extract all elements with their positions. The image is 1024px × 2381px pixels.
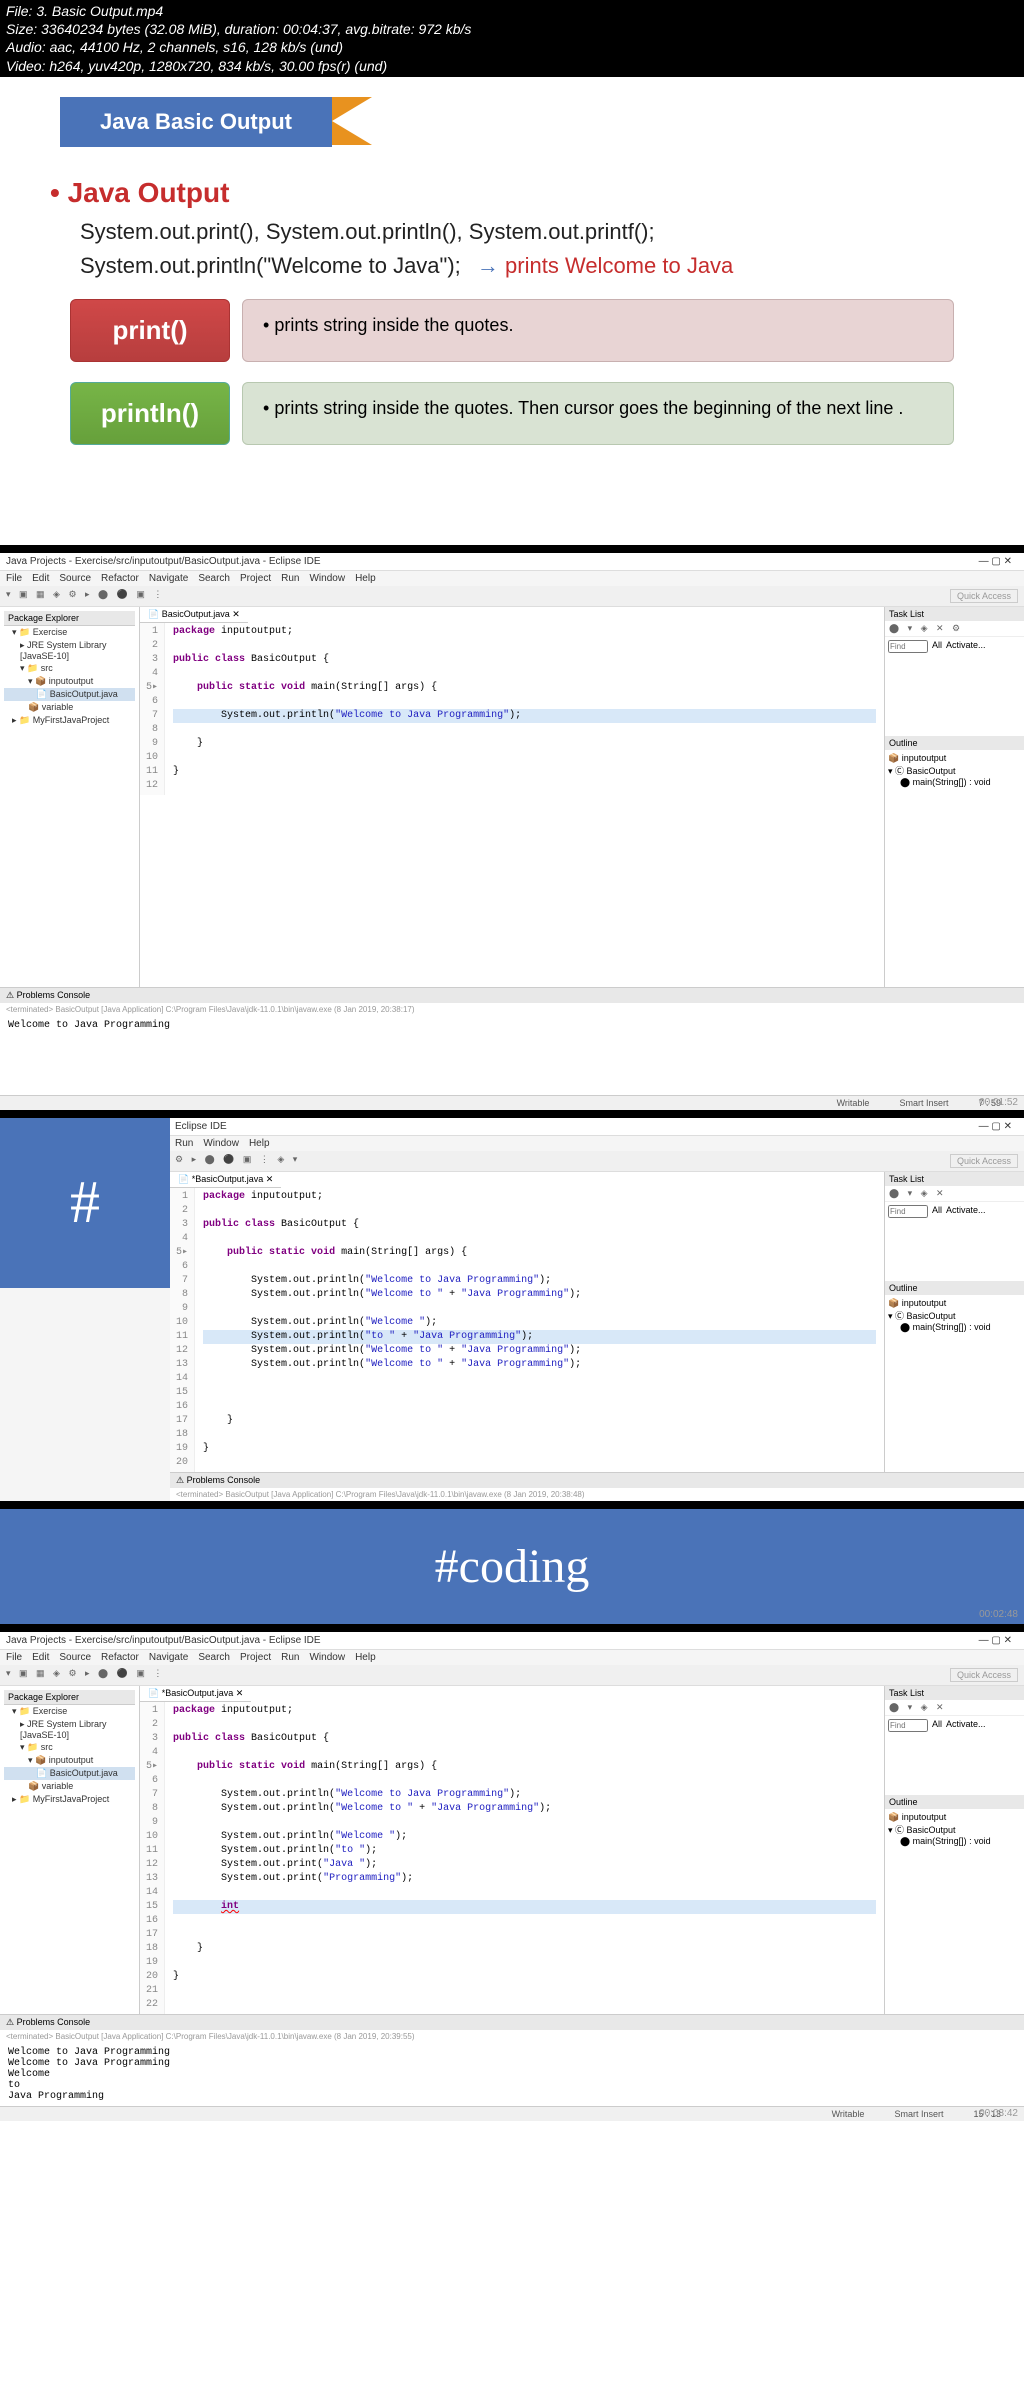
tree-other[interactable]: ▸ 📁 MyFirstJavaProject bbox=[4, 714, 135, 727]
print-row: print() • prints string inside the quote… bbox=[70, 299, 954, 362]
print-desc: • prints string inside the quotes. bbox=[242, 299, 954, 362]
outline-tab[interactable]: Outline bbox=[885, 736, 1024, 750]
slide-heading: Java Output bbox=[50, 177, 1024, 209]
println-desc: • prints string inside the quotes. Then … bbox=[242, 382, 954, 445]
code-editor[interactable]: package inputoutput; public class BasicO… bbox=[165, 623, 884, 795]
console-terminated: <terminated> BasicOutput [Java Applicati… bbox=[0, 1003, 1024, 1016]
code-editor[interactable]: package inputoutput; public class BasicO… bbox=[195, 1188, 884, 1472]
window-title: Java Projects - Exercise/src/inputoutput… bbox=[6, 556, 321, 567]
right-panel: Task List ⬤ ▾ ◈ ✕ ⚙ All Activate... Outl… bbox=[884, 607, 1024, 987]
window-titlebar: Java Projects - Exercise/src/inputoutput… bbox=[0, 1632, 1024, 1650]
println-label: println() bbox=[70, 382, 230, 445]
output-note: prints Welcome to Java bbox=[477, 253, 733, 279]
status-bar: WritableSmart Insert7 : 59 bbox=[0, 1095, 1024, 1110]
eclipse-frame-2: # Eclipse IDE — ▢ ✕ RunWindowHelp ⚙ ▸ ⬤ … bbox=[0, 1110, 1024, 1501]
tree-file[interactable]: 📄 BasicOutput.java bbox=[4, 688, 135, 701]
code-editor[interactable]: package inputoutput; public class BasicO… bbox=[165, 1702, 884, 2014]
syntax-line-1: System.out.print(), System.out.println()… bbox=[80, 219, 1024, 245]
console-output: Welcome to Java Programming bbox=[0, 1016, 1024, 1035]
file-name: File: 3. Basic Output.mp4 bbox=[6, 2, 1018, 20]
tree-jre[interactable]: ▸ JRE System Library [JavaSE-10] bbox=[4, 639, 135, 662]
slide-title-banner: Java Basic Output bbox=[60, 97, 332, 147]
editor-area[interactable]: 📄 BasicOutput.java ✕ 12345▸6789101112 pa… bbox=[140, 607, 884, 987]
menu-bar[interactable]: FileEditSourceRefactorNavigateSearchProj… bbox=[0, 571, 1024, 586]
println-row: println() • prints string inside the quo… bbox=[70, 382, 954, 445]
tree-src[interactable]: ▾ 📁 src bbox=[4, 662, 135, 675]
editor-area[interactable]: 📄 *BasicOutput.java ✕ 12345▸678910111213… bbox=[140, 1686, 884, 2014]
toolbar-icons[interactable]: ▾ ▣ ▦ ◈ ⚙ ▸ ⬤ ⚫ ▣ ⋮ bbox=[6, 589, 165, 603]
tree-exercise[interactable]: ▾ 📁 Exercise bbox=[4, 626, 135, 639]
timestamp: 00:01:52 bbox=[979, 1097, 1018, 1108]
timestamp: 00:03:42 bbox=[979, 2108, 1018, 2119]
console-section: ⚠ Problems Console <terminated> BasicOut… bbox=[0, 987, 1024, 1095]
toolbar[interactable]: ▾ ▣ ▦ ◈ ⚙ ▸ ⬤ ⚫ ▣ ⋮ Quick Access bbox=[0, 586, 1024, 607]
window-controls[interactable]: — ▢ ✕ bbox=[979, 556, 1018, 567]
editor-tab[interactable]: 📄 BasicOutput.java ✕ bbox=[140, 607, 248, 623]
line-numbers: 12345▸67891011121314151617181920 bbox=[170, 1188, 195, 1472]
line-numbers: 12345▸6789101112 bbox=[140, 623, 165, 795]
eclipse-frame-1: Java Projects - Exercise/src/inputoutput… bbox=[0, 545, 1024, 1110]
package-explorer[interactable]: Package Explorer ▾ 📁 Exercise ▸ JRE Syst… bbox=[0, 1686, 140, 2014]
file-size: Size: 33640234 bytes (32.08 MiB), durati… bbox=[6, 20, 1018, 38]
console-output: Welcome to Java Programming Welcome to J… bbox=[0, 2043, 1024, 2106]
quick-access[interactable]: Quick Access bbox=[950, 1154, 1018, 1168]
editor-tab[interactable]: 📄 *BasicOutput.java ✕ bbox=[170, 1172, 281, 1188]
pkg-explorer-tab[interactable]: Package Explorer bbox=[4, 611, 135, 626]
find-input[interactable] bbox=[888, 640, 928, 653]
file-audio: Audio: aac, 44100 Hz, 2 channels, s16, 1… bbox=[6, 38, 1018, 56]
menu-bar[interactable]: FileEditSourceRefactorNavigateSearchProj… bbox=[0, 1650, 1024, 1665]
quick-access[interactable]: Quick Access bbox=[950, 589, 1018, 603]
eclipse-frame-3: Java Projects - Exercise/src/inputoutput… bbox=[0, 1624, 1024, 2121]
right-panel: Task List ⬤ ▾ ◈ ✕ AllActivate... Outline… bbox=[884, 1172, 1024, 1472]
print-label: print() bbox=[70, 299, 230, 362]
window-titlebar: Java Projects - Exercise/src/inputoutput… bbox=[0, 553, 1024, 571]
coding-banner: #coding bbox=[0, 1501, 1024, 1624]
editor-area[interactable]: 📄 *BasicOutput.java ✕ 12345▸678910111213… bbox=[170, 1172, 884, 1472]
toolbar[interactable]: ▾ ▣ ▦ ◈ ⚙ ▸ ⬤ ⚫ ▣ ⋮ Quick Access bbox=[0, 1665, 1024, 1686]
package-explorer[interactable]: Package Explorer ▾ 📁 Exercise ▸ JRE Syst… bbox=[0, 607, 140, 987]
syntax-line-2: System.out.println("Welcome to Java"); p… bbox=[80, 253, 1024, 279]
window-title: Eclipse IDE bbox=[175, 1121, 227, 1132]
console-tab[interactable]: ⚠ Problems Console bbox=[0, 988, 1024, 1003]
outline-tree[interactable]: 📦 inputoutput ▾ Ⓒ BasicOutput ⬤ main(Str… bbox=[885, 750, 1024, 791]
tasklist-tab[interactable]: Task List bbox=[885, 607, 1024, 621]
tree-var[interactable]: 📦 variable bbox=[4, 701, 135, 714]
window-controls[interactable]: — ▢ ✕ bbox=[979, 1121, 1018, 1132]
file-video: Video: h264, yuv420p, 1280x720, 834 kb/s… bbox=[6, 57, 1018, 75]
file-metadata: File: 3. Basic Output.mp4 Size: 33640234… bbox=[0, 0, 1024, 77]
slide-java-output: Java Basic Output Java Output System.out… bbox=[0, 77, 1024, 545]
tree-pkg[interactable]: ▾ 📦 inputoutput bbox=[4, 675, 135, 688]
timestamp: 00:02:48 bbox=[979, 1609, 1018, 1620]
hash-badge: # bbox=[0, 1118, 170, 1288]
